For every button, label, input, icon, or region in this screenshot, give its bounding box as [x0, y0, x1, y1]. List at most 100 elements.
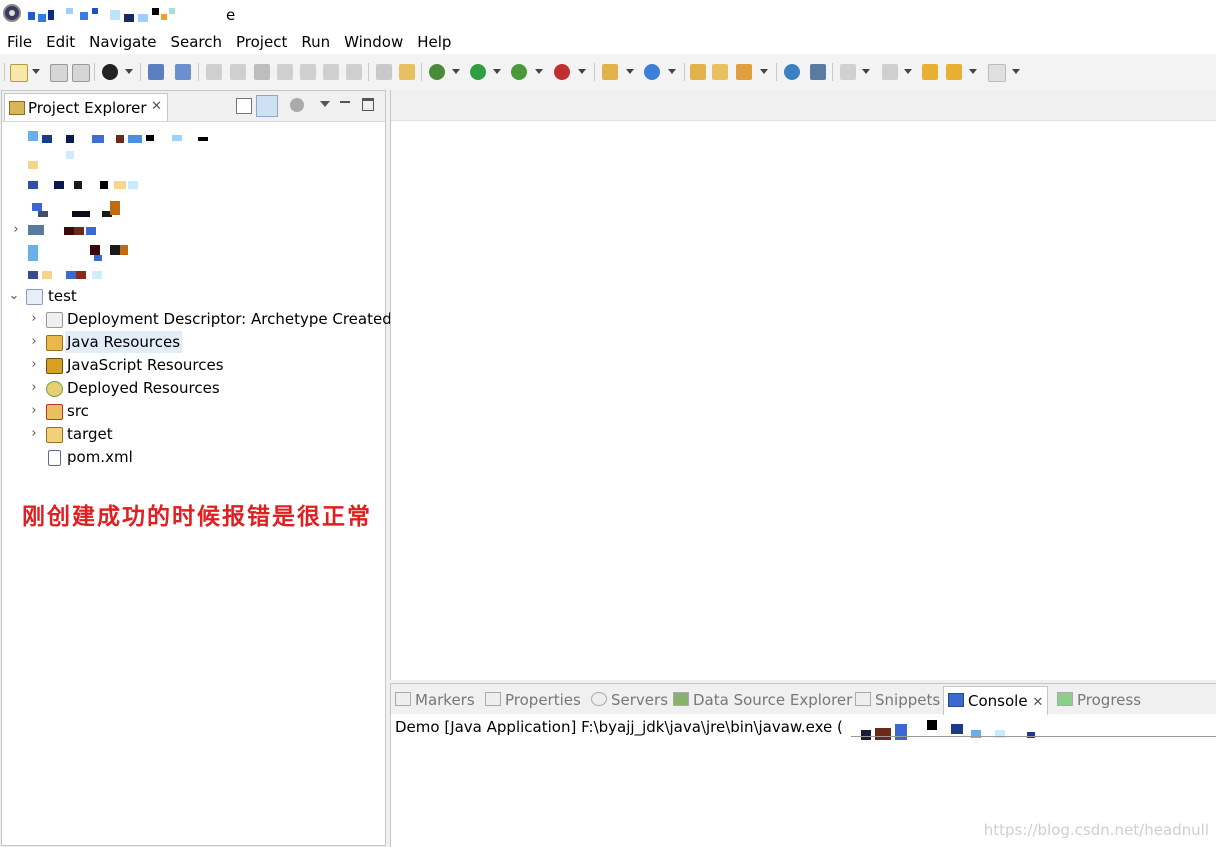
servers-icon [591, 692, 607, 706]
new-dropdown-icon[interactable] [32, 69, 40, 74]
filter-icon[interactable] [290, 98, 304, 112]
tree-item[interactable]: › Deployment Descriptor: Archetype Creat… [2, 308, 392, 330]
tree-item[interactable]: › JavaScript Resources [2, 354, 385, 376]
redacted-project-row[interactable] [2, 197, 385, 219]
external-tools-dropdown-icon[interactable] [578, 69, 586, 74]
toolbar-separator [140, 63, 141, 81]
close-icon[interactable]: ✕ [1032, 695, 1043, 710]
tree-item[interactable]: › target [2, 423, 385, 445]
pin-editor-icon[interactable] [810, 64, 826, 80]
new-class-icon[interactable] [644, 64, 660, 80]
next-annotation-icon[interactable] [840, 64, 856, 80]
tree-item[interactable]: › Java Resources [2, 331, 385, 353]
next-annotation-dropdown-icon[interactable] [862, 69, 870, 74]
maven-web-project-icon [26, 289, 43, 305]
terminate-icon[interactable] [254, 64, 270, 80]
redacted-project-row[interactable] [2, 241, 385, 263]
new-class-dropdown-icon[interactable] [668, 69, 676, 74]
save-all-icon[interactable] [72, 64, 90, 82]
redacted-project-row[interactable] [2, 263, 385, 285]
menu-file[interactable]: File [0, 30, 39, 54]
menu-run[interactable]: Run [294, 30, 337, 54]
chevron-down-icon[interactable]: ⌄ [8, 285, 20, 307]
last-edit-location-icon[interactable] [922, 64, 938, 80]
tab-markers[interactable]: Markers [395, 688, 475, 712]
back-dropdown-icon[interactable] [969, 69, 977, 74]
step-over-icon[interactable] [323, 64, 339, 80]
collapse-all-icon[interactable] [236, 98, 252, 114]
menu-search[interactable]: Search [163, 30, 229, 54]
user-dropdown-icon[interactable] [125, 69, 133, 74]
chevron-right-icon[interactable]: › [28, 331, 40, 353]
terminal-icon[interactable] [148, 64, 164, 80]
chevron-right-icon[interactable]: › [28, 354, 40, 376]
toolbar-separator [832, 63, 833, 81]
coverage-icon[interactable] [511, 64, 527, 80]
search-tool-icon[interactable] [736, 64, 752, 80]
chevron-right-icon[interactable]: › [28, 400, 40, 422]
save-icon[interactable] [50, 64, 68, 82]
chevron-right-icon[interactable]: › [10, 219, 22, 241]
menu-window[interactable]: Window [337, 30, 410, 54]
toolbar-separator [684, 63, 685, 81]
new-icon[interactable] [10, 64, 28, 82]
external-tools-icon[interactable] [554, 64, 570, 80]
tree-item[interactable]: › src [2, 400, 385, 422]
use-step-filters-icon[interactable] [376, 64, 392, 80]
chevron-right-icon[interactable]: › [28, 308, 40, 330]
link-with-editor-icon[interactable] [256, 95, 278, 117]
tab-servers[interactable]: Servers [591, 688, 668, 712]
skip-breakpoints-icon[interactable] [175, 64, 191, 80]
disconnect-icon[interactable] [277, 64, 293, 80]
redacted-project-row[interactable] [2, 123, 385, 145]
minimize-icon[interactable] [340, 101, 350, 103]
previous-annotation-dropdown-icon[interactable] [904, 69, 912, 74]
back-icon[interactable] [946, 64, 962, 80]
chevron-right-icon[interactable]: › [28, 423, 40, 445]
menu-help[interactable]: Help [410, 30, 458, 54]
forward-icon[interactable] [988, 64, 1006, 82]
tree-item[interactable]: pom.xml [2, 446, 385, 468]
debug-dropdown-icon[interactable] [452, 69, 460, 74]
step-return-icon[interactable] [346, 64, 362, 80]
tree-item-test-project[interactable]: ⌄ test [2, 285, 385, 307]
menu-navigate[interactable]: Navigate [82, 30, 163, 54]
search-dropdown-icon[interactable] [760, 69, 768, 74]
suspend-icon[interactable] [230, 64, 246, 80]
redacted-project-row[interactable]: › [2, 219, 385, 241]
tab-properties[interactable]: Properties [485, 688, 581, 712]
open-task-icon[interactable] [399, 64, 415, 80]
maximize-icon[interactable] [362, 98, 374, 111]
menu-project[interactable]: Project [229, 30, 294, 54]
tab-snippets[interactable]: Snippets [855, 688, 940, 712]
coverage-dropdown-icon[interactable] [535, 69, 543, 74]
tab-data-source-explorer[interactable]: Data Source Explorer [673, 688, 852, 712]
redacted-project-row[interactable] [2, 147, 385, 169]
forward-dropdown-icon[interactable] [1012, 69, 1020, 74]
new-java-project-dropdown-icon[interactable] [626, 69, 634, 74]
toolbar-separator [421, 63, 422, 81]
redacted-project-row[interactable] [2, 173, 385, 195]
resume-icon[interactable] [206, 64, 222, 80]
run-dropdown-icon[interactable] [493, 69, 501, 74]
open-type-icon[interactable] [690, 64, 706, 80]
user-icon[interactable] [102, 64, 118, 80]
run-icon[interactable] [470, 64, 486, 80]
tab-project-explorer[interactable]: Project Explorer ✕ [4, 93, 168, 121]
view-menu-icon[interactable] [320, 101, 330, 107]
tab-progress[interactable]: Progress [1057, 688, 1141, 712]
new-java-project-icon[interactable] [602, 64, 618, 80]
chevron-right-icon[interactable]: › [28, 377, 40, 399]
tree-item[interactable]: › Deployed Resources [2, 377, 385, 399]
globe-icon[interactable] [784, 64, 800, 80]
tab-console[interactable]: Console ✕ [943, 686, 1049, 715]
previous-annotation-icon[interactable] [882, 64, 898, 80]
close-icon[interactable]: ✕ [151, 99, 162, 114]
editor-area[interactable] [390, 90, 1216, 680]
project-explorer-header: Project Explorer ✕ [2, 91, 385, 122]
menu-edit[interactable]: Edit [39, 30, 82, 54]
open-folder-icon[interactable] [712, 64, 728, 80]
step-into-icon[interactable] [300, 64, 316, 80]
project-explorer-view: Project Explorer ✕ › ⌄ test › Deployment… [1, 90, 392, 846]
debug-icon[interactable] [429, 64, 445, 80]
